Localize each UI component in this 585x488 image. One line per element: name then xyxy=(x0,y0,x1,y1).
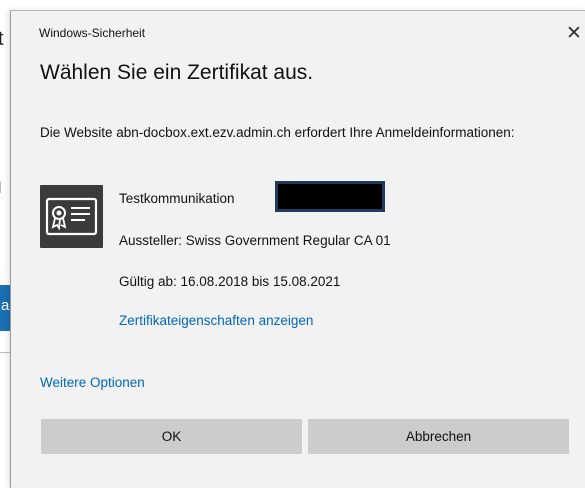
certificate-icon xyxy=(40,185,103,248)
background-text-fragment: l xyxy=(0,180,2,198)
dialog-description: Die Website abn-docbox.ext.ezv.admin.ch … xyxy=(40,125,515,140)
background-text-fragment: t xyxy=(0,28,4,50)
ok-button[interactable]: OK xyxy=(41,419,302,454)
redaction-box xyxy=(275,181,385,212)
certificate-dialog: Windows-Sicherheit ✕ Wählen Sie ein Zert… xyxy=(10,10,585,488)
certificate-properties-link[interactable]: Zertifikateigenschaften anzeigen xyxy=(119,313,313,328)
close-icon: ✕ xyxy=(566,22,582,44)
background-tab: a xyxy=(0,285,10,331)
close-button[interactable]: ✕ xyxy=(562,21,585,45)
certificate-issuer: Aussteller: Swiss Government Regular CA … xyxy=(119,233,391,248)
cancel-button[interactable]: Abbrechen xyxy=(308,419,569,454)
window-title: Windows-Sicherheit xyxy=(39,26,146,40)
dialog-heading: Wählen Sie ein Zertifikat aus. xyxy=(40,61,314,84)
background-tab-label: a xyxy=(1,297,10,314)
more-options-link[interactable]: Weitere Optionen xyxy=(40,375,145,390)
background-divider xyxy=(0,352,10,353)
certificate-name[interactable]: Testkommunikation xyxy=(119,191,235,206)
certificate-validity: Gültig ab: 16.08.2018 bis 15.08.2021 xyxy=(119,274,341,289)
